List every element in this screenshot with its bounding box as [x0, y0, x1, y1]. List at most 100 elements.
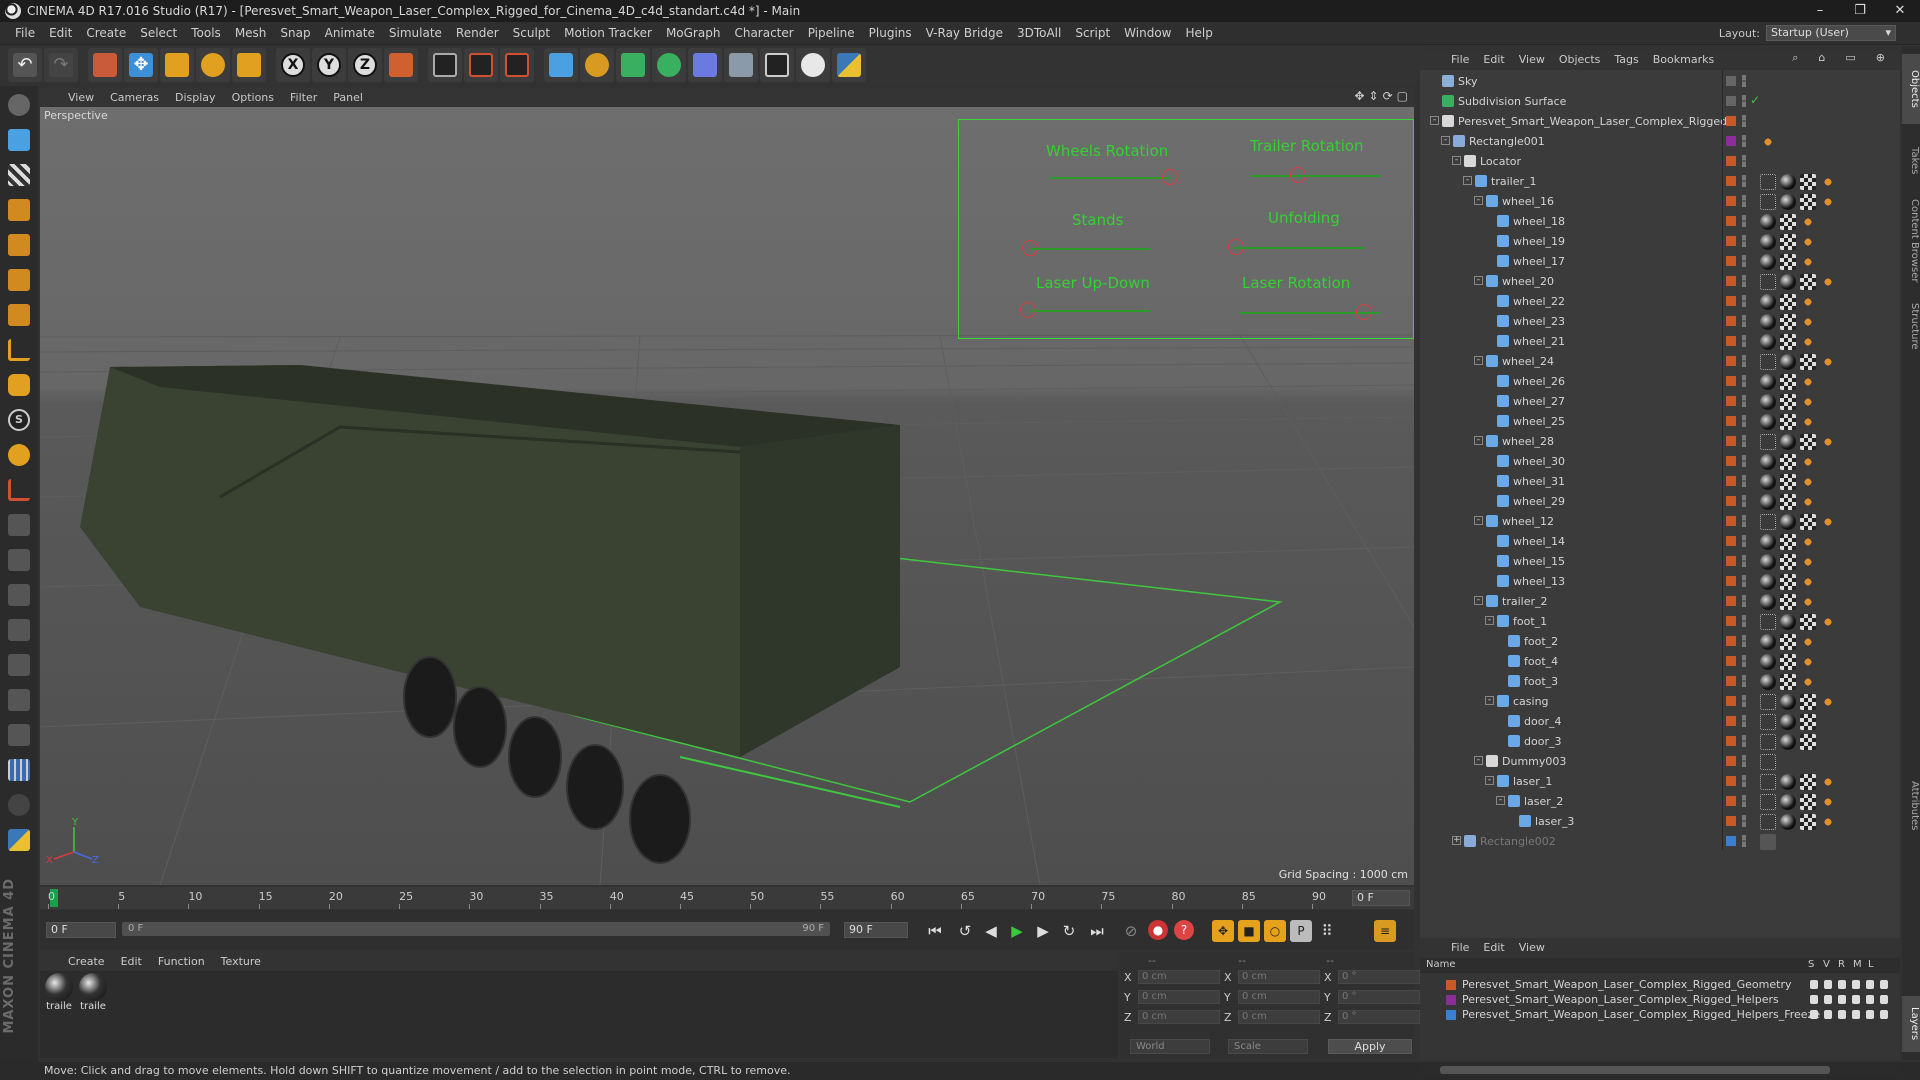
object-tree-row[interactable]: + Rectangle002	[1420, 832, 1900, 852]
layer-color-chip[interactable]	[1726, 576, 1736, 586]
layer-color-chip[interactable]	[1726, 316, 1736, 326]
object-menu-view[interactable]: View	[1512, 53, 1552, 66]
z-axis-lock-button[interactable]: Z	[348, 48, 382, 82]
collapse-icon[interactable]: -	[1496, 796, 1505, 805]
add-array-button[interactable]	[652, 48, 686, 82]
live-selection-button[interactable]	[88, 48, 122, 82]
menu-item-character[interactable]: Character	[727, 22, 800, 45]
add-cube-button[interactable]	[544, 48, 578, 82]
object-tree-row[interactable]: - Peresvet_Smart_Weapon_Laser_Complex_Rig…	[1420, 112, 1900, 132]
material-menu-texture[interactable]: Texture	[213, 955, 269, 968]
layer-color-chip[interactable]	[1726, 756, 1736, 766]
layer-flag-icon[interactable]	[1852, 980, 1860, 989]
parameter-key-button[interactable]: P	[1290, 920, 1312, 942]
object-tree-row[interactable]: - wheel_12	[1420, 512, 1900, 532]
dots-tag-icon[interactable]	[1760, 614, 1776, 630]
layer-color-chip[interactable]	[1726, 396, 1736, 406]
object-tree-row[interactable]: - casing	[1420, 692, 1900, 712]
visibility-toggle[interactable]	[1742, 175, 1746, 187]
object-tree-row[interactable]: wheel_27	[1420, 392, 1900, 412]
new-view-icon[interactable]: ▭	[1838, 51, 1862, 65]
dots-tag-icon[interactable]	[1760, 354, 1776, 370]
checker-tag-icon[interactable]	[1800, 774, 1816, 790]
dots-tag-icon[interactable]	[1760, 194, 1776, 210]
dots-tag-icon[interactable]	[1760, 514, 1776, 530]
object-menu-file[interactable]: File	[1444, 53, 1476, 66]
dots-tag-icon[interactable]	[1760, 274, 1776, 290]
material-tag-icon[interactable]	[1780, 614, 1796, 630]
coordinate-system-button[interactable]	[384, 48, 418, 82]
layer-color-chip[interactable]	[1726, 596, 1736, 606]
material-tag-icon[interactable]	[1760, 474, 1776, 490]
object-tree-row[interactable]: wheel_25	[1420, 412, 1900, 432]
add-light-button[interactable]	[796, 48, 830, 82]
checker-tag-icon[interactable]	[1800, 434, 1816, 450]
play-button[interactable]: ▶	[1006, 920, 1028, 942]
xpresso-tag-icon[interactable]	[1820, 794, 1836, 810]
visibility-toggle[interactable]	[1742, 835, 1746, 847]
expand-icon[interactable]: +	[1452, 836, 1461, 845]
layer-color-swatch[interactable]	[1446, 1010, 1456, 1020]
viewport-menu-cameras[interactable]: Cameras	[102, 91, 167, 104]
layer-flag-icon[interactable]	[1852, 1010, 1860, 1019]
xpresso-tag-icon[interactable]	[1760, 134, 1776, 150]
visibility-toggle[interactable]	[1742, 315, 1746, 327]
layer-color-chip[interactable]	[1726, 536, 1736, 546]
collapse-icon[interactable]: -	[1474, 756, 1483, 765]
layer-flag-icon[interactable]	[1810, 980, 1818, 989]
object-tree-row[interactable]: - Dummy003	[1420, 752, 1900, 772]
side-tab-content-browser[interactable]: Content Browser	[1902, 196, 1920, 286]
menu-item-select[interactable]: Select	[133, 22, 184, 45]
layer-flag-icon[interactable]	[1824, 1010, 1832, 1019]
menu-item-v-ray-bridge[interactable]: V-Ray Bridge	[919, 22, 1010, 45]
layer-color-chip[interactable]	[1726, 76, 1736, 86]
layer-color-chip[interactable]	[1726, 496, 1736, 506]
size-field[interactable]: 0 cm	[1238, 1010, 1320, 1024]
object-tree-row[interactable]: wheel_21	[1420, 332, 1900, 352]
object-tree-row[interactable]: foot_4	[1420, 652, 1900, 672]
visibility-toggle[interactable]	[1742, 295, 1746, 307]
axis-mode-button[interactable]	[3, 334, 35, 366]
menu-item-help[interactable]: Help	[1178, 22, 1219, 45]
maximize-view-icon[interactable]: ▢	[1397, 89, 1408, 103]
hud-unfolding-knob[interactable]	[1228, 239, 1244, 255]
visibility-toggle[interactable]	[1742, 655, 1746, 667]
visibility-toggle[interactable]	[1742, 715, 1746, 727]
hud-wheels-rotation-slider[interactable]	[1050, 177, 1170, 179]
layer-color-chip[interactable]	[1726, 356, 1736, 366]
layer-color-chip[interactable]	[1726, 116, 1736, 126]
xpresso-tag-icon[interactable]	[1800, 654, 1816, 670]
position-field[interactable]: 0 cm	[1138, 990, 1220, 1004]
object-tree-row[interactable]: - laser_2	[1420, 792, 1900, 812]
material-tag-icon[interactable]	[1780, 514, 1796, 530]
layer-color-chip[interactable]	[1726, 216, 1736, 226]
xpresso-tag-icon[interactable]	[1800, 454, 1816, 470]
model-mode-button[interactable]	[3, 124, 35, 156]
material-tag-icon[interactable]	[1780, 694, 1796, 710]
layer-color-chip[interactable]	[1726, 776, 1736, 786]
xpresso-tag-icon[interactable]	[1800, 494, 1816, 510]
record-active-objects-button[interactable]: ⊘	[1120, 920, 1142, 942]
collapse-icon[interactable]: -	[1452, 156, 1461, 165]
menu-item-3dtoall[interactable]: 3DToAll	[1010, 22, 1068, 45]
side-tab-takes[interactable]: Takes	[1902, 136, 1920, 186]
xpresso-tag-icon[interactable]	[1820, 694, 1836, 710]
minimize-icon[interactable]: –	[1800, 0, 1840, 22]
menu-item-animate[interactable]: Animate	[318, 22, 382, 45]
menu-item-file[interactable]: File	[8, 22, 42, 45]
object-tree-row[interactable]: foot_3	[1420, 672, 1900, 692]
visibility-toggle[interactable]	[1742, 595, 1746, 607]
layer-color-chip[interactable]	[1726, 176, 1736, 186]
xpresso-tag-icon[interactable]	[1820, 614, 1836, 630]
xpresso-tag-icon[interactable]	[1820, 514, 1836, 530]
material-tag-icon[interactable]	[1760, 534, 1776, 550]
object-tree-row[interactable]: wheel_31	[1420, 472, 1900, 492]
layer-color-chip[interactable]	[1726, 676, 1736, 686]
collapse-icon[interactable]: -	[1441, 136, 1450, 145]
checker-tag-icon[interactable]	[1780, 414, 1796, 430]
add-pen-spline-button[interactable]	[580, 48, 614, 82]
layer-color-chip[interactable]	[1726, 96, 1736, 106]
polygons-mode-button[interactable]	[3, 299, 35, 331]
visibility-toggle[interactable]	[1742, 455, 1746, 467]
layer-flag-icon[interactable]	[1824, 995, 1832, 1004]
